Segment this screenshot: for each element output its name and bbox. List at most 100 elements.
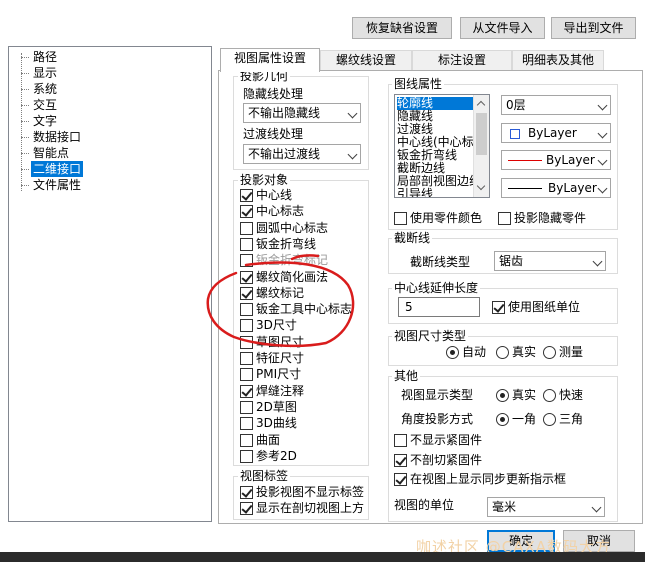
tree-item-2d-interface[interactable]: 二维接口 [31,161,84,177]
hidden-line-select[interactable]: 不输出隐藏线 [243,103,361,123]
centerline-extension-title: 中心线延伸长度 [392,281,481,295]
scroll-thumb[interactable] [476,113,487,155]
tab-dimension[interactable]: 标注设置 [412,50,512,70]
dim-type-real-radio[interactable]: 真实 [496,344,536,360]
check-icon [394,454,407,467]
no-section-fasteners-text: 不剖切紧固件 [410,453,483,467]
hide-fasteners-text: 不显示紧固件 [410,433,483,447]
projection-object-checkbox[interactable]: 特征尺寸 [240,350,304,366]
check-icon [492,301,505,314]
projection-object-checkbox[interactable]: 中心标志 [240,203,304,219]
other-title: 其他 [392,369,421,383]
no-label-checkbox[interactable]: 投影视图不显示标签 [240,484,364,500]
taskbar-strip [0,552,645,562]
centerline-extension-input[interactable]: 5 [398,297,480,317]
tree-item-display[interactable]: 显示 [33,65,57,81]
dim-type-auto-radio[interactable]: 自动 [446,344,486,360]
angle-third-radio[interactable]: 三角 [543,411,583,427]
display-fast-radio[interactable]: 快速 [543,387,583,403]
line-type-listbox[interactable]: 轮廓线 隐藏线 过渡线 中心线(中心标 钣金折弯线 截断边线 局部剖视图边线 引… [394,94,490,198]
angle-first-radio[interactable]: 一角 [496,411,536,427]
sync-update-indicator-checkbox[interactable]: 在视图上显示同步更新指示框 [394,471,566,487]
tree-connector [21,153,29,154]
break-line-type-value: 锯齿 [499,254,524,268]
listbox-scrollbar[interactable] [473,95,489,197]
lineweight-value: ByLayer [548,181,597,195]
chevron-down-icon [594,151,610,169]
project-hidden-parts-checkbox[interactable]: 投影隐藏零件 [498,210,586,226]
tree-item-smart-point[interactable]: 智能点 [33,145,69,161]
chevron-down-icon [344,145,360,163]
linetype-select[interactable]: ByLayer [501,150,611,170]
checkbox-box [240,433,253,447]
checkbox-box [240,417,253,431]
line-properties-title: 图线属性 [392,77,445,91]
view-label-title: 视图标签 [238,469,291,483]
color-value: ByLayer [528,126,577,140]
settings-tree[interactable]: 路径 显示 系统 交互 文字 数据接口 智能点 二维接口 文件属性 [8,46,212,522]
lineweight-select[interactable]: ByLayer [501,178,611,198]
hide-fasteners-checkbox[interactable]: 不显示紧固件 [394,432,482,448]
projection-object-checkbox[interactable]: PMI尺寸 [240,366,301,382]
projection-object-checkbox[interactable]: 焊缝注释 [240,383,304,399]
projection-object-checkbox[interactable]: 3D曲线 [240,415,297,431]
use-drawing-unit-checkbox[interactable]: 使用图纸单位 [492,299,580,315]
linetype-value: ByLayer [546,153,595,167]
projection-object-checkbox[interactable]: 2D草图 [240,399,297,415]
projection-object-checkbox[interactable]: 圆弧中心标志 [240,220,328,236]
no-label-text: 投影视图不显示标签 [256,485,365,499]
display-real-radio[interactable]: 真实 [496,387,536,403]
checkbox-box [498,212,511,225]
tree-item-file-properties[interactable]: 文件属性 [33,177,81,193]
export-to-file-button[interactable]: 导出到文件 [551,17,636,39]
projection-object-checkbox[interactable]: 参考2D [240,448,297,464]
transition-line-select[interactable]: 不输出过渡线 [243,144,361,164]
break-line-type-select[interactable]: 锯齿 [494,251,606,271]
projection-object-label: 中心线 [256,188,293,202]
import-from-file-button[interactable]: 从文件导入 [460,17,545,39]
view-unit-label: 视图的单位 [394,498,455,512]
checkbox-box [240,368,253,382]
transition-line-label: 过渡线处理 [243,127,304,141]
radio-icon [543,413,556,426]
use-part-color-checkbox[interactable]: 使用零件颜色 [394,210,482,226]
tree-item-data-interface[interactable]: 数据接口 [33,129,81,145]
dim-type-auto-text: 自动 [462,345,487,359]
break-line-title: 截断线 [392,231,433,245]
tab-bom-other[interactable]: 明细表及其他 [512,50,604,70]
projection-object-label: 3D曲线 [256,416,297,431]
projection-object-label: 参考2D [256,448,297,463]
projection-objects-title: 投影对象 [238,173,291,187]
scroll-up-icon[interactable] [476,100,486,110]
break-line-type-label: 截断线类型 [410,255,471,269]
projection-object-label: 圆弧中心标志 [256,220,329,235]
red-annotation-marking [206,254,355,348]
no-section-fasteners-checkbox[interactable]: 不剖切紧固件 [394,452,482,468]
color-select[interactable]: ByLayer [501,123,611,143]
use-drawing-unit-text: 使用图纸单位 [508,300,581,314]
show-above-section-checkbox[interactable]: 显示在剖切视图上方 [240,500,364,516]
tree-connector [21,57,29,58]
tab-thread-line[interactable]: 螺纹线设置 [320,50,412,70]
scroll-down-icon[interactable] [476,181,486,191]
dim-type-measure-radio[interactable]: 测量 [543,344,583,360]
tree-connector [21,137,29,138]
tree-item-system[interactable]: 系统 [33,81,57,97]
restore-defaults-button[interactable]: 恢复缺省设置 [352,17,452,39]
color-swatch-icon [510,129,520,139]
projection-object-label: 特征尺寸 [256,351,305,365]
projection-object-checkbox[interactable]: 中心线 [240,187,292,203]
projection-object-checkbox[interactable]: 曲面 [240,432,280,448]
tree-item-text[interactable]: 文字 [33,113,57,129]
check-icon [240,502,253,515]
list-item[interactable]: 引导线 [397,188,433,198]
view-unit-select[interactable]: 毫米 [487,497,605,517]
linetype-preview-icon [508,160,542,161]
tree-item-interaction[interactable]: 交互 [33,97,57,113]
checkbox-box [394,212,407,225]
tree-connector [21,105,29,106]
lineweight-preview-icon [508,188,542,189]
tab-view-properties[interactable]: 视图属性设置 [220,48,320,72]
tree-item-path[interactable]: 路径 [33,49,57,65]
layer-select[interactable]: 0层 [501,95,611,115]
